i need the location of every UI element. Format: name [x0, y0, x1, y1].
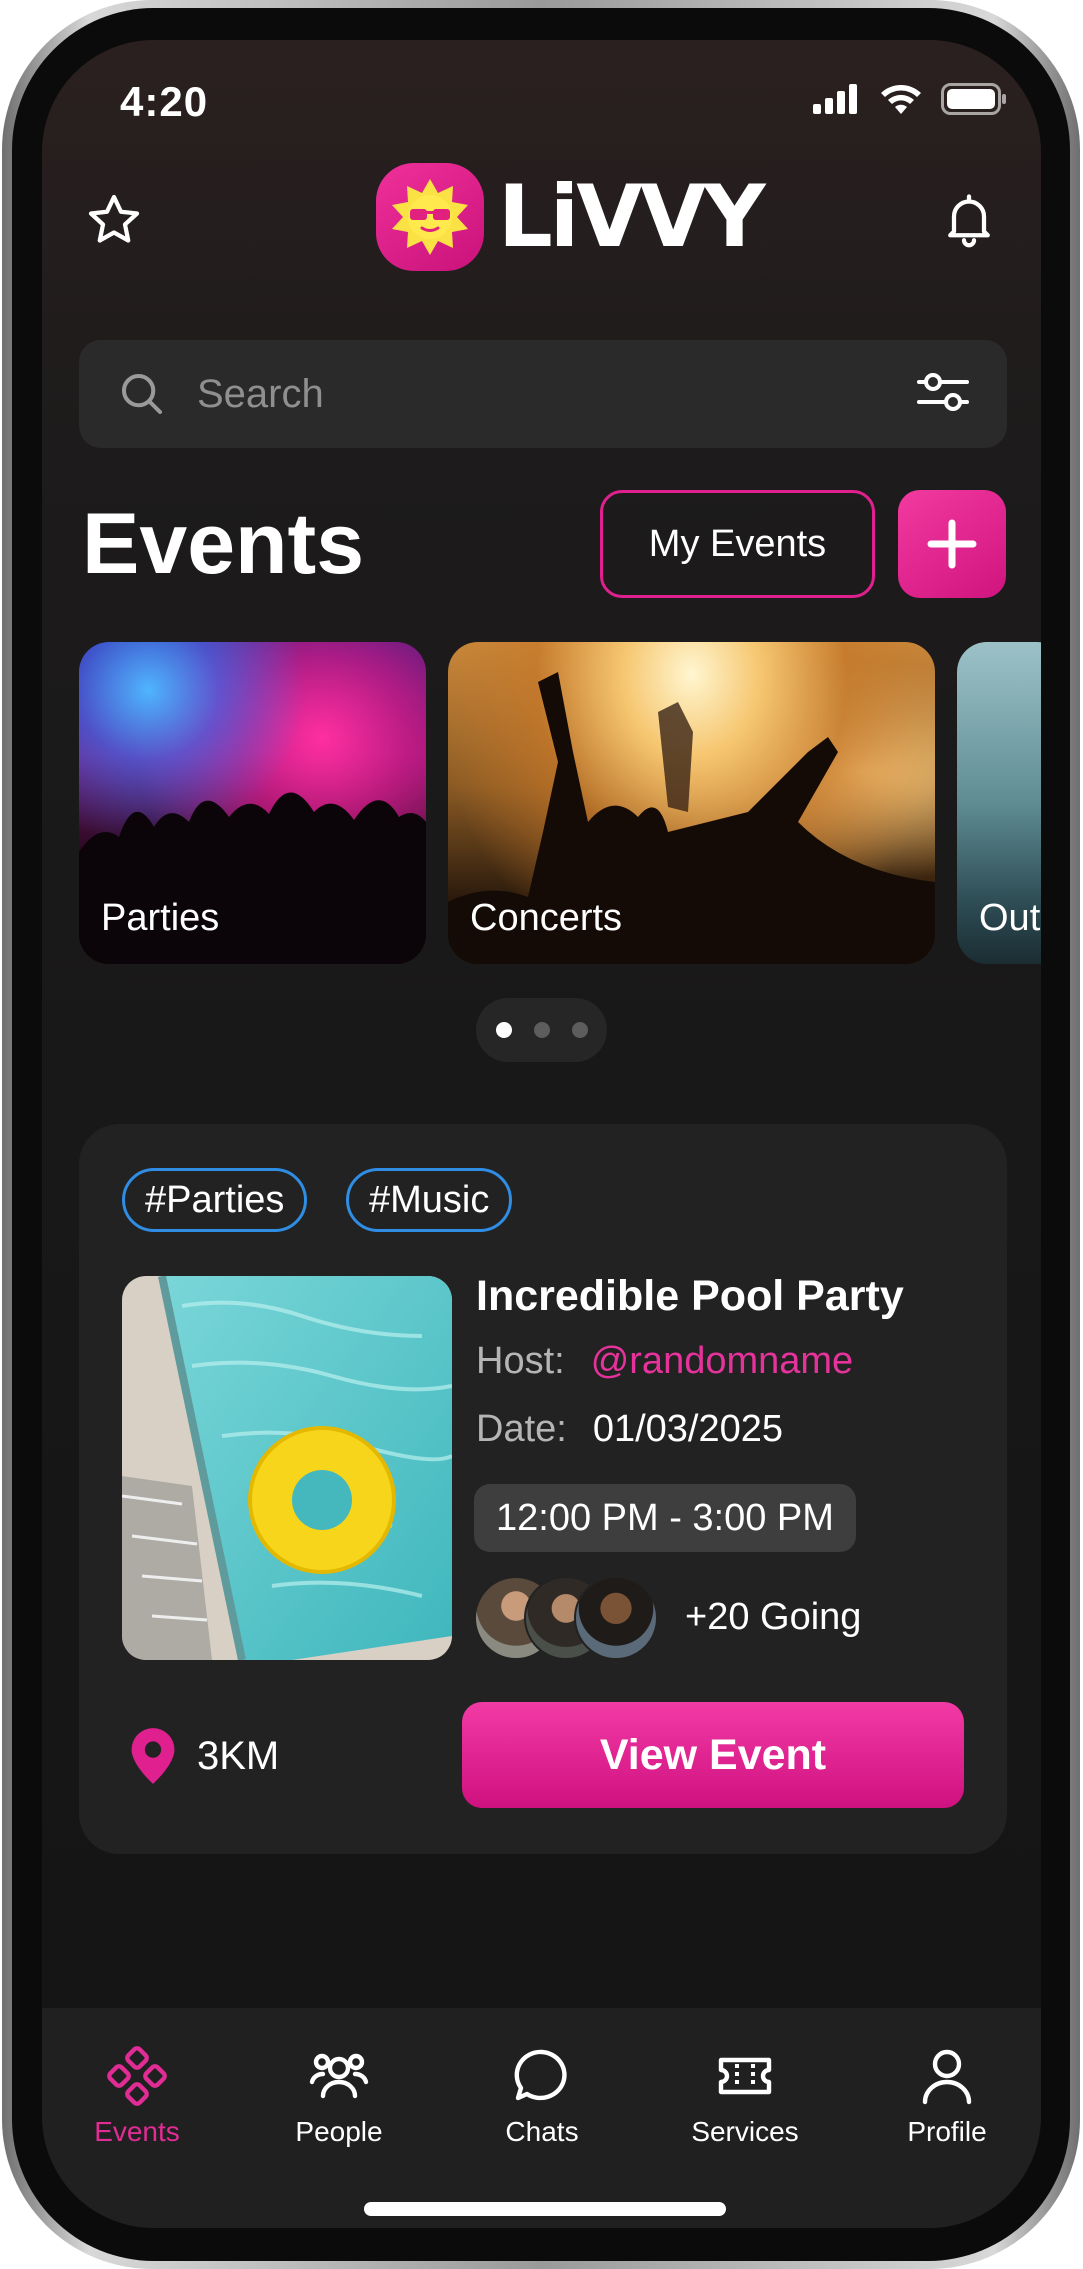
bell-icon	[948, 194, 990, 248]
pool-image	[122, 1276, 452, 1660]
tag-music[interactable]: #Music	[346, 1168, 513, 1232]
app-screen: 4:20 LiVVY Search Events My Events Parti…	[42, 40, 1041, 2228]
carousel-pagination	[476, 998, 607, 1062]
page-title: Events	[82, 496, 365, 592]
ticket-icon	[718, 2057, 772, 2095]
attendee-count: +20 Going	[685, 1596, 862, 1638]
favorites-button[interactable]	[84, 190, 144, 250]
home-indicator[interactable]	[364, 2202, 726, 2216]
sun-sunglasses-icon	[392, 179, 468, 255]
location-pin-icon	[131, 1728, 175, 1784]
category-card-outdoors[interactable]: Out	[957, 642, 1041, 964]
app-logo: LiVVY	[376, 163, 766, 271]
signal-icon	[813, 84, 857, 114]
plus-icon	[927, 519, 977, 569]
events-icon	[107, 2046, 167, 2106]
tab-label: Chats	[505, 2116, 579, 2147]
date-value: 01/03/2025	[592, 1408, 784, 1450]
filter-button[interactable]	[915, 367, 971, 422]
distance-value: 3KM	[197, 1733, 280, 1778]
search-bar	[79, 340, 1007, 448]
host-link[interactable]: @randomname	[591, 1340, 853, 1383]
event-card: #Parties #Music Incredible Pool Party Ho…	[79, 1124, 1007, 1854]
notifications-button[interactable]	[939, 188, 999, 250]
my-events-button[interactable]: My Events	[600, 490, 875, 598]
avatar	[574, 1576, 658, 1660]
star-icon	[88, 194, 140, 243]
tab-label: Events	[94, 2116, 180, 2147]
category-label: Parties	[101, 897, 220, 939]
search-input[interactable]	[195, 370, 915, 418]
category-label: Concerts	[470, 897, 623, 939]
status-time: 4:20	[120, 78, 209, 125]
profile-icon	[922, 2049, 972, 2105]
status-icons	[813, 82, 1007, 116]
attendee-avatars[interactable]	[474, 1576, 659, 1660]
battery-icon	[941, 83, 1006, 115]
tab-profile[interactable]: Profile	[867, 2044, 1027, 2148]
time-range-badge: 12:00 PM - 3:00 PM	[474, 1484, 856, 1552]
logo-badge	[376, 163, 484, 271]
view-event-button[interactable]: View Event	[462, 1702, 964, 1808]
tag-parties[interactable]: #Parties	[122, 1168, 308, 1232]
search-icon	[121, 373, 163, 415]
pagination-dot[interactable]	[533, 1022, 550, 1038]
tab-services[interactable]: Services	[665, 2044, 825, 2148]
category-card-concerts[interactable]: Concerts	[448, 642, 935, 964]
tab-people[interactable]: People	[259, 2044, 419, 2148]
filter-icon	[917, 372, 969, 411]
logo-wordmark: LiVVY	[498, 167, 766, 267]
host-row: Host: @randomname	[476, 1340, 853, 1383]
add-event-button[interactable]	[898, 490, 1006, 598]
category-card-parties[interactable]: Parties	[79, 642, 426, 964]
tab-label: People	[295, 2116, 383, 2147]
bottom-tab-bar: Events People Chats Services Profile	[42, 2008, 1041, 2228]
pagination-dot-active[interactable]	[495, 1022, 512, 1038]
tab-events[interactable]: Events	[57, 2044, 217, 2148]
date-row: Date: 01/03/2025	[476, 1408, 783, 1451]
date-label: Date:	[476, 1408, 567, 1450]
wifi-icon	[881, 85, 921, 114]
tab-label: Services	[691, 2116, 799, 2147]
people-icon	[309, 2053, 369, 2099]
host-label: Host:	[476, 1340, 565, 1382]
distance-info: 3KM	[127, 1726, 279, 1786]
pagination-dot[interactable]	[571, 1022, 588, 1038]
category-label: Out	[979, 897, 1041, 939]
event-title: Incredible Pool Party	[476, 1272, 904, 1320]
event-image	[122, 1276, 452, 1660]
tab-chats[interactable]: Chats	[462, 2044, 622, 2148]
chat-icon	[514, 2049, 567, 2101]
tab-label: Profile	[907, 2116, 987, 2147]
phone-frame: 4:20 LiVVY Search Events My Events Parti…	[2, 0, 1080, 2269]
